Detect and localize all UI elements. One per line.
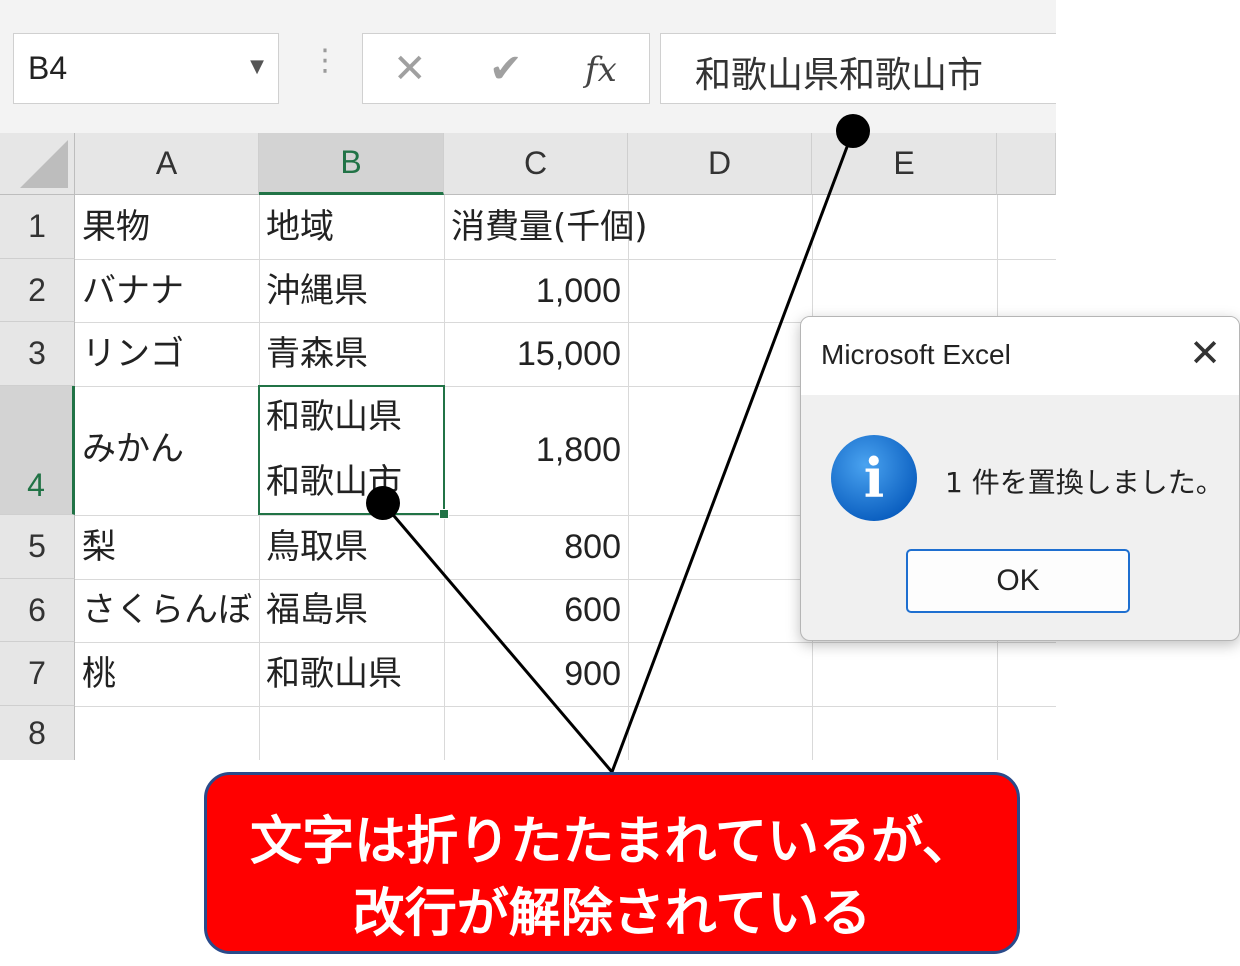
pointer-line-cell xyxy=(381,502,614,773)
annotation-callout: 文字は折りたたまれているが、 改行が解除されている xyxy=(204,772,1020,954)
pointer-dot-formula-bar xyxy=(836,114,870,148)
callout-line-1: 文字は折りたたまれているが、 xyxy=(250,812,974,872)
pointer-line-formula-bar xyxy=(610,130,855,773)
callout-line-2: 改行が解除されている xyxy=(352,884,872,944)
pointer-dot-cell xyxy=(366,486,400,520)
